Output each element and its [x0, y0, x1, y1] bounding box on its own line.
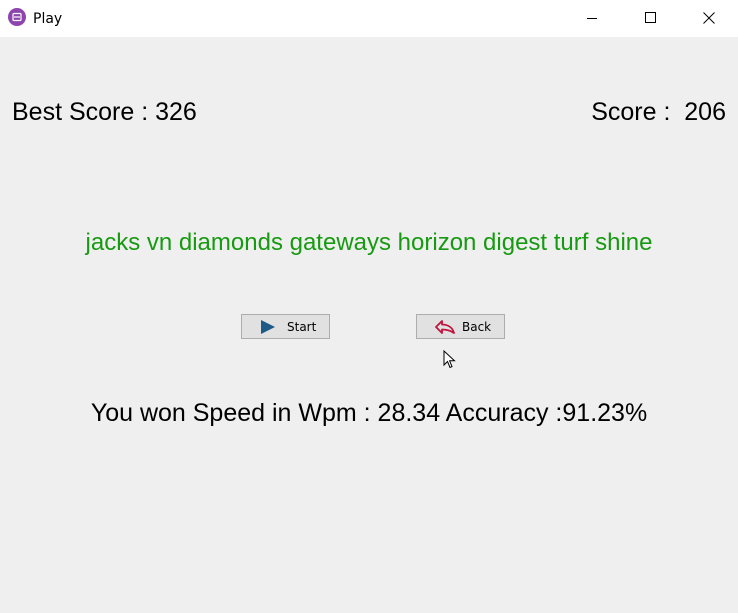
start-button-label: Start: [287, 320, 317, 334]
close-icon: [703, 12, 715, 24]
close-button[interactable]: [680, 0, 738, 37]
best-score-label: Best Score : 326: [12, 98, 197, 126]
mouse-pointer-icon: [443, 349, 457, 374]
start-button[interactable]: Start: [241, 314, 330, 339]
game-area: Best Score : 326 Score : 206 jacks vn di…: [0, 37, 738, 613]
play-window: Play Best Score : 326 Score : 206 jacks …: [0, 0, 738, 613]
title-bar[interactable]: Play: [0, 0, 738, 37]
back-button-label: Back: [462, 320, 492, 334]
result-message: You won Speed in Wpm : 28.34 Accuracy :9…: [90, 399, 648, 427]
back-button[interactable]: Back: [416, 314, 505, 339]
minimize-icon: [587, 18, 597, 19]
typing-prompt: jacks vn diamonds gateways horizon diges…: [85, 229, 653, 256]
minimize-button[interactable]: [563, 0, 621, 37]
maximize-icon: [645, 12, 656, 23]
play-icon: [259, 319, 277, 338]
maximize-button[interactable]: [621, 0, 679, 37]
app-icon: [8, 8, 26, 26]
window-title: Play: [33, 11, 63, 27]
back-arrow-icon: [434, 319, 456, 338]
score-label: Score : 206: [591, 98, 726, 126]
